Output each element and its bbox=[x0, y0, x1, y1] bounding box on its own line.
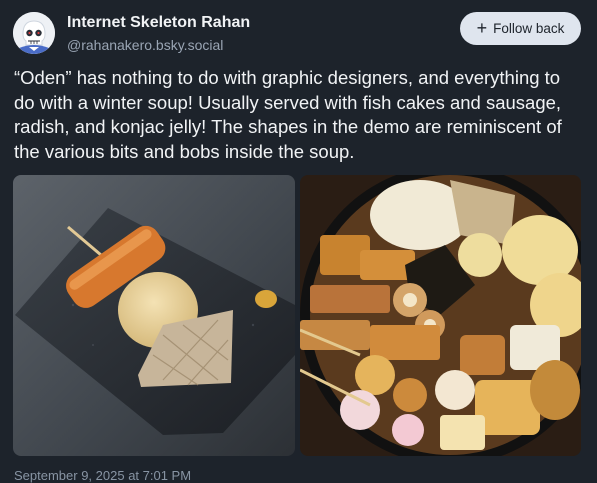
skeleton-avatar-icon bbox=[13, 12, 55, 54]
post-timestamp[interactable]: September 9, 2025 at 7:01 PM bbox=[14, 468, 191, 483]
post-text: “Oden” has nothing to do with graphic de… bbox=[14, 67, 562, 162]
avatar[interactable] bbox=[13, 12, 55, 54]
author-display-name[interactable]: Internet Skeleton Rahan bbox=[67, 14, 250, 32]
follow-back-button[interactable]: + Follow back bbox=[460, 12, 581, 45]
plus-icon: + bbox=[476, 18, 488, 38]
author-handle[interactable]: @rahanakero.bsky.social bbox=[67, 37, 223, 53]
post-image-1[interactable] bbox=[13, 175, 295, 456]
follow-back-label: Follow back bbox=[493, 21, 565, 36]
oden-pot-image bbox=[300, 175, 581, 456]
post-image-2[interactable] bbox=[300, 175, 581, 456]
oden-plate-image bbox=[13, 175, 295, 456]
